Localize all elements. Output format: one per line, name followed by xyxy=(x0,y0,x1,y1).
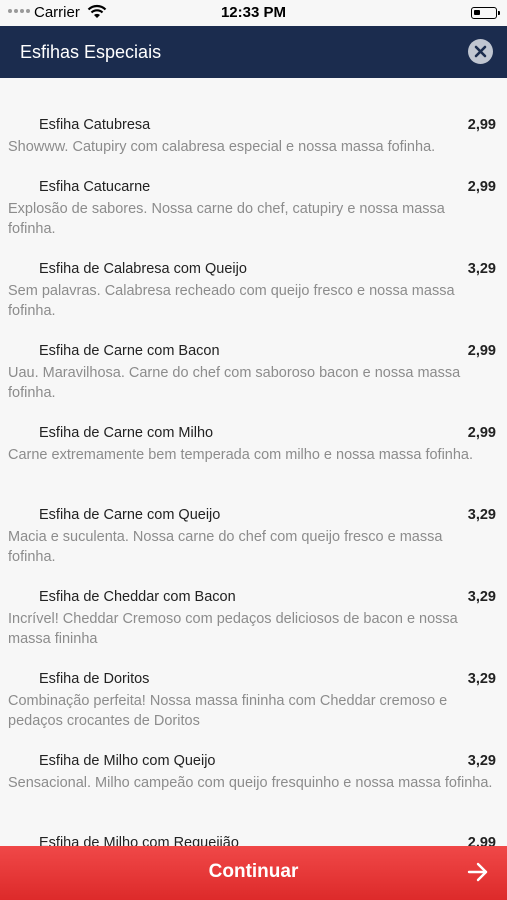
product-name: Esfiha de Cheddar com Bacon xyxy=(39,589,236,605)
continue-button[interactable]: Continuar xyxy=(0,846,507,900)
close-button[interactable] xyxy=(468,39,493,64)
product-description: Incrível! Cheddar Cremoso com pedaços de… xyxy=(8,611,458,647)
product-price: 2,99 xyxy=(467,835,496,846)
product-item[interactable]: Esfiha de Milho com Queijo 3,29 Sensacio… xyxy=(0,753,507,835)
product-name: Esfiha de Carne com Queijo xyxy=(39,507,221,523)
arrow-right-icon xyxy=(467,862,488,882)
product-item[interactable]: Esfiha de Doritos 3,29 Combinação perfei… xyxy=(0,671,507,753)
continue-label: Continuar xyxy=(208,861,299,882)
page-title: Esfihas Especiais xyxy=(20,42,162,62)
product-name: Esfiha de Doritos xyxy=(39,671,150,687)
status-time: 12:33 PM xyxy=(220,4,287,21)
product-list[interactable]: Esfiha Catubresa 2,99 Showww. Catupiry c… xyxy=(0,78,507,846)
product-item[interactable]: Esfiha de Milho com Requeijão 2,99 xyxy=(0,835,507,846)
product-price: 3,29 xyxy=(467,671,496,687)
battery-icon xyxy=(471,7,500,19)
product-item[interactable]: Esfiha de Carne com Bacon 2,99 Uau. Mara… xyxy=(0,343,507,425)
product-item[interactable]: Esfiha de Cheddar com Bacon 3,29 Incríve… xyxy=(0,589,507,671)
nav-bar: Esfihas Especiais xyxy=(0,26,507,78)
product-description: Explosão de sabores. Nossa carne do chef… xyxy=(8,201,445,237)
product-description: Uau. Maravilhosa. Carne do chef com sabo… xyxy=(8,365,461,401)
product-item[interactable]: Esfiha de Carne com Queijo 3,29 Macia e … xyxy=(0,507,507,589)
product-price: 3,29 xyxy=(467,589,496,605)
product-description: Macia e suculenta. Nossa carne do chef c… xyxy=(8,529,443,565)
product-description: Showww. Catupiry com calabresa especial … xyxy=(8,139,436,155)
close-icon xyxy=(474,45,487,58)
product-description: Carne extremamente bem temperada com mil… xyxy=(8,447,474,463)
status-bar: Carrier 12:33 PM xyxy=(0,0,507,26)
product-description: Sem palavras. Calabresa recheado com que… xyxy=(8,283,455,319)
product-price: 3,29 xyxy=(467,261,496,277)
product-price: 2,99 xyxy=(467,179,496,195)
product-item[interactable]: Esfiha de Carne com Milho 2,99 Carne ext… xyxy=(0,425,507,507)
product-name: Esfiha Catucarne xyxy=(39,179,151,195)
product-price: 2,99 xyxy=(467,343,496,359)
product-name: Esfiha de Carne com Milho xyxy=(39,425,214,441)
product-name: Esfiha de Calabresa com Queijo xyxy=(39,261,247,277)
product-description: Sensacional. Milho campeão com queijo fr… xyxy=(8,775,493,791)
product-item[interactable]: Esfiha de Calabresa com Queijo 3,29 Sem … xyxy=(0,261,507,343)
product-name: Esfiha de Milho com Queijo xyxy=(39,753,216,769)
product-price: 3,29 xyxy=(467,507,496,523)
product-price: 2,99 xyxy=(467,117,496,133)
product-price: 2,99 xyxy=(467,425,496,441)
product-description: Combinação perfeita! Nossa massa fininha… xyxy=(8,693,448,729)
product-name: Esfiha de Carne com Bacon xyxy=(39,343,220,359)
product-name: Esfiha de Milho com Requeijão xyxy=(39,835,239,846)
product-name: Esfiha Catubresa xyxy=(39,117,151,133)
product-item[interactable]: Esfiha Catucarne 2,99 Explosão de sabore… xyxy=(0,179,507,261)
product-price: 3,29 xyxy=(467,753,496,769)
